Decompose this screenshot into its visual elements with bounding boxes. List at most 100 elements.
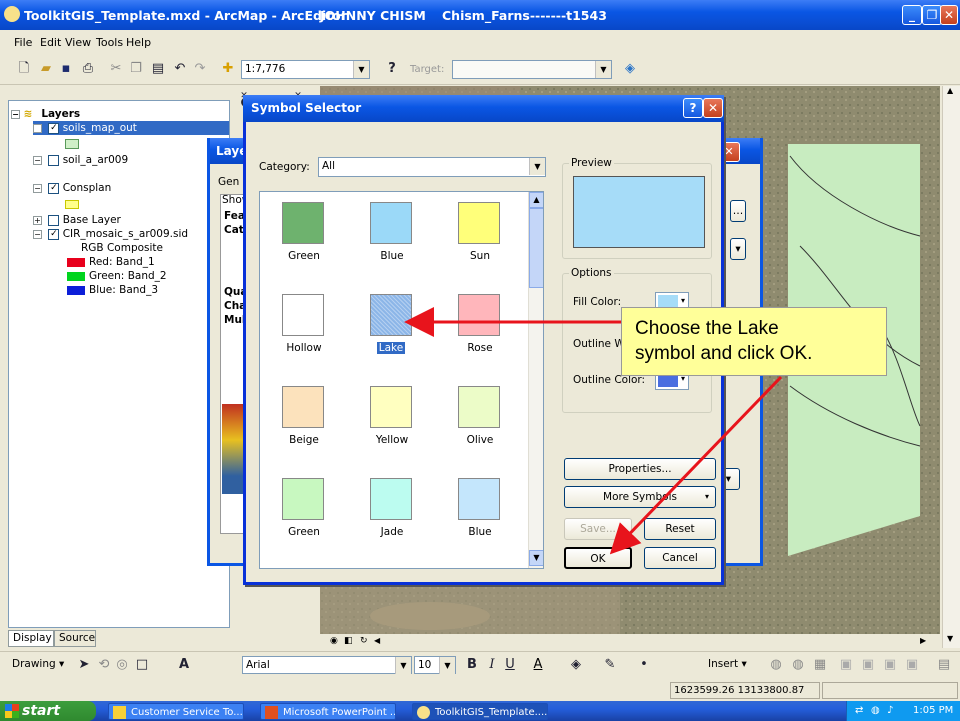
target-combo[interactable]: ▼ <box>452 60 612 79</box>
chevron-down-icon[interactable]: ▼ <box>595 61 611 78</box>
distribute-icon[interactable]: ▣ <box>860 657 876 673</box>
layer-tab-general[interactable]: Gen <box>218 176 239 188</box>
toc-layer-soils[interactable]: − ✓ soils_map_out <box>33 121 229 135</box>
symbol-item[interactable]: Rose <box>436 294 528 386</box>
taskbar-item-customer-service[interactable]: Customer Service To... <box>108 703 244 720</box>
open-folder-icon[interactable]: ▰ <box>38 61 54 77</box>
layer-visibility-checkbox[interactable] <box>48 214 60 226</box>
editor-icon[interactable]: ◈ <box>622 61 638 77</box>
print-icon[interactable]: ⎙ <box>80 61 96 77</box>
chevron-down-icon[interactable]: ▼ <box>353 61 369 78</box>
scroll-left-icon[interactable]: ◀ <box>374 636 380 645</box>
toc-layer-base[interactable]: + Base Layer <box>33 213 121 227</box>
scroll-up-icon[interactable]: ▲ <box>947 86 953 95</box>
start-button[interactable]: start <box>0 701 96 721</box>
collapse-icon[interactable]: − <box>33 183 42 193</box>
rotate-icon[interactable]: ⟲ <box>96 657 112 673</box>
chevron-down-icon[interactable]: ▼ <box>439 657 455 674</box>
symbol-item[interactable]: Blue <box>348 202 440 294</box>
chevron-down-icon[interactable]: ▼ <box>529 158 545 175</box>
symbol-item[interactable]: Blue <box>436 478 528 568</box>
volume-icon[interactable]: ♪ <box>887 701 893 721</box>
layer-dialog-dropdown-button[interactable]: ▾ <box>730 238 746 260</box>
menu-tools[interactable]: Tools <box>96 36 123 49</box>
security-icon[interactable]: ◍ <box>871 701 880 721</box>
properties-button[interactable]: Properties... <box>564 458 716 480</box>
help-button[interactable]: ? <box>683 98 703 118</box>
toc-root[interactable]: − ≋ Layers <box>11 107 80 121</box>
rectangle-icon[interactable]: □ <box>134 657 150 673</box>
layer-features-item[interactable]: Fea <box>224 210 245 222</box>
add-data-icon[interactable]: ✚ <box>220 61 236 77</box>
minimize-button[interactable]: _ <box>902 5 922 25</box>
close-button[interactable]: ✕ <box>703 98 723 118</box>
italic-icon[interactable]: I <box>484 657 500 673</box>
symbol-grid-scrollbar[interactable]: ▲ ▼ <box>528 192 543 568</box>
select-elements-icon[interactable]: ➤ <box>76 657 92 673</box>
symbol-item[interactable]: Olive <box>436 386 528 478</box>
symbol-item[interactable]: Lake <box>348 294 440 386</box>
save-icon[interactable]: ▪ <box>58 61 74 77</box>
toc-layer-consplan[interactable]: − ✓ Consplan <box>33 181 111 195</box>
save-button[interactable]: Save... <box>564 518 632 540</box>
symbol-grid[interactable]: Green Blue Sun Hollow Lake Rose Beige Yellow Oli… <box>259 191 544 569</box>
scroll-thumb[interactable] <box>529 208 543 288</box>
undo-icon[interactable]: ↶ <box>172 61 188 77</box>
map-scale-combo[interactable]: 1:7,776 ▼ <box>241 60 370 79</box>
layout-view-icon[interactable]: ◧ <box>344 636 353 646</box>
scroll-up-icon[interactable]: ▲ <box>529 192 543 208</box>
map-vertical-scrollbar[interactable]: ▲ ▼ <box>942 86 960 648</box>
whats-this-icon[interactable]: ? <box>384 61 400 77</box>
more-symbols-button[interactable]: More Symbols ▾ <box>564 486 716 508</box>
layer-visibility-checkbox[interactable]: ✓ <box>48 228 60 240</box>
ok-button[interactable]: OK <box>564 547 632 569</box>
reset-button[interactable]: Reset <box>644 518 716 540</box>
group-icon[interactable]: ▣ <box>882 657 898 673</box>
refresh-icon[interactable]: ↻ <box>360 636 368 646</box>
paste-icon[interactable]: ▤ <box>150 61 166 77</box>
redo-icon[interactable]: ↷ <box>192 61 208 77</box>
network-icon[interactable]: ⇄ <box>855 701 863 721</box>
symbol-item[interactable]: Jade <box>348 478 440 568</box>
tab-source[interactable]: Source <box>54 630 96 647</box>
category-combo[interactable]: All ▼ <box>318 157 546 177</box>
ungroup-icon[interactable]: ▣ <box>904 657 920 673</box>
layer-visibility-checkbox[interactable]: ✓ <box>48 122 60 134</box>
layout-tool-icon[interactable]: ▦ <box>812 657 828 673</box>
bold-icon[interactable]: B <box>464 657 480 673</box>
font-color-icon[interactable]: A <box>530 657 546 673</box>
expand-icon[interactable]: + <box>33 215 42 225</box>
toc-legend-swatch[interactable] <box>37 137 83 151</box>
symbol-item[interactable]: Sun <box>436 202 528 294</box>
layer-visibility-checkbox[interactable]: ✓ <box>48 182 60 194</box>
underline-icon[interactable]: U <box>502 657 518 673</box>
tab-display[interactable]: Display <box>8 630 54 647</box>
symbol-item[interactable]: Yellow <box>348 386 440 478</box>
data-view-icon[interactable]: ◉ <box>330 636 338 646</box>
collapse-icon[interactable]: − <box>11 109 20 119</box>
chevron-down-icon[interactable]: ▾ <box>681 296 685 305</box>
symbol-item[interactable]: Green <box>260 478 352 568</box>
menu-edit[interactable]: Edit <box>40 36 61 49</box>
cancel-button[interactable]: Cancel <box>644 547 716 569</box>
cut-icon[interactable]: ✂ <box>108 61 124 77</box>
order-icon[interactable]: ▤ <box>936 657 952 673</box>
close-button[interactable]: ✕ <box>940 5 958 25</box>
symbol-item[interactable]: Hollow <box>260 294 352 386</box>
layer-visibility-checkbox[interactable] <box>48 154 60 166</box>
align-icon[interactable]: ▣ <box>838 657 854 673</box>
fill-color-icon[interactable]: ◈ <box>568 657 584 673</box>
toc-legend-swatch[interactable] <box>37 197 83 211</box>
menu-help[interactable]: Help <box>126 36 151 49</box>
clock[interactable]: 1:05 PM <box>913 701 953 721</box>
scroll-right-icon[interactable]: ▶ <box>920 636 926 645</box>
menu-file[interactable]: File <box>14 36 32 49</box>
text-tool-icon[interactable]: A <box>176 657 192 673</box>
collapse-icon[interactable]: − <box>33 155 42 165</box>
line-color-icon[interactable]: ✎ <box>602 657 618 673</box>
pan-tool-icon[interactable]: ◍ <box>790 657 806 673</box>
zoom-tool-icon[interactable]: ◍ <box>768 657 784 673</box>
insert-menu[interactable]: Insert ▾ <box>708 658 747 670</box>
taskbar-item-arcmap[interactable]: ToolkitGIS_Template.... <box>412 703 548 720</box>
copy-icon[interactable]: ❐ <box>128 61 144 77</box>
